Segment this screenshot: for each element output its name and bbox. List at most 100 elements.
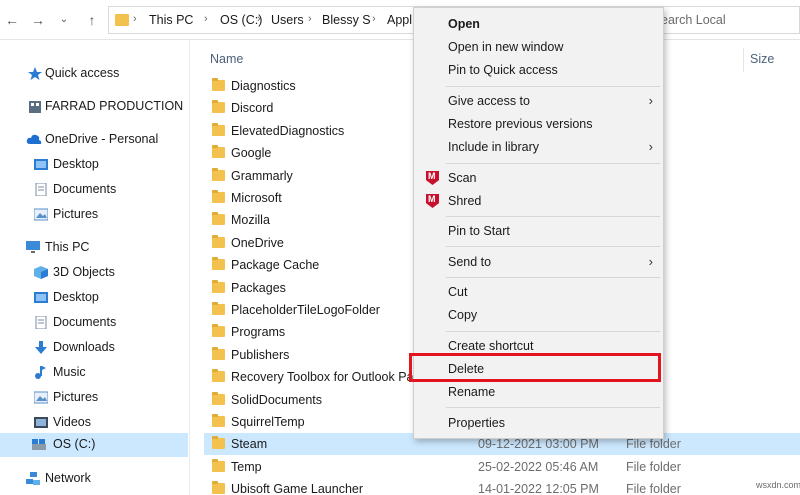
file-name: SquirrelTemp	[231, 415, 305, 429]
menu-item-scan[interactable]: Scan	[414, 167, 663, 189]
folder-icon	[212, 324, 225, 338]
sidebar-item-music[interactable]: Music	[0, 361, 188, 385]
sidebar-item-onedrive-desktop[interactable]: Desktop	[0, 153, 188, 177]
column-header-name[interactable]: Name	[210, 52, 243, 66]
sidebar-item-label: OneDrive - Personal	[45, 132, 159, 146]
menu-item-send-to[interactable]: Send to ›	[414, 251, 663, 273]
menu-item-label: Give access to	[448, 94, 530, 108]
computer-icon	[26, 241, 40, 253]
breadcrumb-this-pc[interactable]: This PC	[149, 13, 193, 27]
file-name: PlaceholderTileLogoFolder	[231, 303, 380, 317]
file-date-modified: 14-01-2022 12:05 PM	[478, 482, 599, 495]
sidebar-item-downloads[interactable]: Downloads	[0, 336, 188, 360]
menu-item-properties[interactable]: Properties	[414, 412, 663, 434]
sidebar-item-onedrive-documents[interactable]: Documents	[0, 178, 188, 202]
sidebar-item-desktop[interactable]: Desktop	[0, 286, 188, 310]
file-name: ElevatedDiagnostics	[231, 123, 345, 138]
menu-item-label: Open	[448, 17, 480, 31]
download-icon	[35, 341, 47, 354]
sidebar-item-label: Pictures	[53, 207, 99, 221]
menu-item-give-access[interactable]: Give access to ›	[414, 90, 663, 112]
folder-icon	[212, 167, 225, 181]
folder-icon	[212, 257, 225, 271]
sidebar-item-onedrive-pictures[interactable]: Pictures	[0, 203, 188, 227]
menu-item-pin-quick-access[interactable]: Pin to Quick access	[414, 59, 663, 81]
sidebar-item-documents[interactable]: Documents	[0, 311, 188, 335]
menu-separator	[446, 246, 660, 247]
menu-item-rename[interactable]: Rename	[414, 381, 663, 403]
file-row[interactable]: Ubisoft Game Launcher 14-01-2022 12:05 PM…	[204, 478, 800, 495]
breadcrumb-user[interactable]: Blessy S	[322, 13, 371, 27]
drive-icon	[32, 439, 46, 450]
search-placeholder: earch Local	[661, 13, 726, 27]
menu-item-pin-start[interactable]: Pin to Start	[414, 220, 663, 242]
sidebar-item-label: Network	[45, 471, 91, 485]
sidebar-item-pictures[interactable]: Pictures	[0, 386, 188, 410]
column-divider[interactable]	[743, 48, 744, 72]
sidebar-item-label: FARRAD PRODUCTION	[45, 99, 184, 113]
sidebar-item-network[interactable]: Network	[0, 467, 188, 491]
folder-icon	[212, 414, 225, 427]
folder-icon	[212, 145, 225, 159]
sidebar-item-onedrive[interactable]: OneDrive - Personal	[0, 128, 188, 152]
sidebar-item-farrad-production[interactable]: FARRAD PRODUCTION	[0, 95, 188, 119]
file-name: Recovery Toolbox for Outlook Pa	[231, 370, 414, 385]
menu-separator	[446, 163, 660, 164]
sidebar-item-label: 3D Objects	[53, 265, 115, 279]
menu-item-include-library[interactable]: Include in library ›	[414, 136, 663, 158]
chevron-down-icon[interactable]: ⌄	[56, 10, 72, 30]
file-name: SolidDocuments	[231, 392, 323, 407]
chevron-right-icon: ›	[133, 13, 137, 25]
watermark: wsxdn.com	[756, 480, 800, 490]
search-input[interactable]: earch Local	[640, 6, 800, 34]
breadcrumb-os-c[interactable]: OS (C:)	[220, 13, 262, 27]
sidebar-item-videos[interactable]: Videos	[0, 411, 188, 435]
sidebar-item-label: Downloads	[53, 340, 115, 354]
menu-item-label: Cut	[448, 285, 468, 299]
file-type: File folder	[626, 482, 681, 495]
file-name: Programs	[231, 325, 286, 340]
menu-item-label: Pin to Start	[448, 224, 510, 238]
arrow-up-icon[interactable]: ↑	[84, 10, 100, 30]
folder-icon	[115, 14, 129, 26]
file-name: Microsoft	[231, 191, 282, 205]
folder-icon	[212, 190, 225, 203]
arrow-left-icon[interactable]: ←	[4, 10, 20, 30]
folder-icon	[212, 302, 225, 315]
sidebar-item-os-c[interactable]: OS (C:)	[0, 433, 188, 457]
folder-icon	[212, 234, 225, 248]
folder-icon	[212, 436, 225, 450]
sidebar-item-label: This PC	[45, 240, 90, 254]
file-name: Mozilla	[231, 213, 270, 228]
menu-item-copy[interactable]: Copy	[414, 304, 663, 326]
sidebar-item-quick-access[interactable]: Quick access	[0, 62, 188, 86]
menu-item-open[interactable]: Open	[414, 13, 663, 35]
arrow-right-icon[interactable]: →	[30, 10, 46, 30]
menu-item-restore-versions[interactable]: Restore previous versions	[414, 113, 663, 135]
desktop-folder-icon	[34, 292, 48, 303]
chevron-right-icon: ›	[648, 93, 653, 108]
column-header-size[interactable]: Size	[750, 52, 774, 66]
folder-icon	[212, 369, 225, 383]
file-name: Discord	[231, 101, 274, 116]
network-icon	[26, 472, 40, 485]
sidebar-item-label: Pictures	[53, 390, 99, 404]
chevron-right-icon: ›	[372, 13, 376, 25]
mcafee-icon	[426, 171, 439, 185]
menu-item-shred[interactable]: Shred	[414, 190, 663, 212]
sidebar-item-3d-objects[interactable]: 3D Objects	[0, 261, 188, 285]
folder-icon	[212, 458, 225, 472]
pictures-icon	[34, 208, 48, 221]
breadcrumb-users[interactable]: Users	[271, 13, 304, 27]
menu-item-cut[interactable]: Cut	[414, 281, 663, 303]
file-row[interactable]: Temp 25-02-2022 05:46 AM File folder	[204, 456, 800, 478]
sidebar-item-this-pc[interactable]: This PC	[0, 236, 188, 260]
video-icon	[34, 417, 48, 428]
menu-item-label: Include in library	[448, 140, 540, 154]
menu-item-open-new-window[interactable]: Open in new window	[414, 36, 663, 58]
file-name: OneDrive	[231, 235, 284, 250]
breadcrumb-appdata[interactable]: Appl	[387, 13, 412, 27]
sidebar-item-label: Documents	[53, 315, 117, 329]
sidebar-item-label: Quick access	[45, 66, 120, 80]
documents-icon	[35, 183, 47, 196]
